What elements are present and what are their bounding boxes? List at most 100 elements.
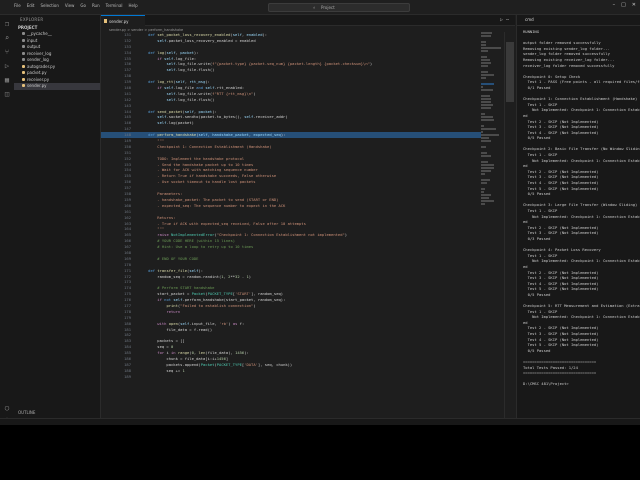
menu-item-help[interactable]: Help bbox=[129, 3, 138, 8]
close-icon[interactable]: ✕ bbox=[632, 2, 636, 8]
line-text: self.log_file.write(f"{packet.type} {pac… bbox=[166, 61, 373, 67]
minimap-line bbox=[481, 74, 494, 76]
vscode-window: File Edit Selection View Go Run Terminal Help ⌕… bbox=[0, 0, 640, 425]
folder-icon bbox=[22, 32, 25, 35]
folder-icon bbox=[22, 38, 25, 42]
terminal-line: Not Implemented: Checkpoint 1: Connectio… bbox=[523, 157, 640, 163]
python-file-icon bbox=[22, 84, 25, 87]
line-text: - True if ACK with expected_seq received… bbox=[157, 220, 306, 226]
menu-item-go[interactable]: Go bbox=[80, 3, 86, 8]
line-text: """ bbox=[157, 138, 165, 144]
line-text: def set_packet_loss_recovery_enabled(sel… bbox=[148, 32, 268, 37]
minimap[interactable] bbox=[481, 32, 501, 205]
code-editor[interactable]: 131 def set_packet_loss_recovery_enabled… bbox=[101, 32, 481, 425]
minimap-line bbox=[481, 203, 485, 205]
activity-bar: ❐ ⌕ ⑂ ▷ ▦ ◫ ◯ ⚙ bbox=[0, 15, 15, 425]
line-text: print("Failed to establish connection") bbox=[166, 302, 256, 308]
menu-item-run[interactable]: Run bbox=[92, 3, 100, 8]
file-name: receiver_log bbox=[27, 50, 52, 56]
menu-item-file[interactable]: File bbox=[14, 3, 21, 8]
minimap-line bbox=[481, 104, 493, 106]
line-text: Parameters: bbox=[157, 191, 183, 197]
line-text: self.log(packet) bbox=[157, 120, 194, 126]
remote-icon[interactable]: ◫ bbox=[2, 89, 12, 99]
status-bar bbox=[0, 418, 640, 425]
code-line[interactable]: 189 bbox=[101, 374, 481, 380]
tab-sender-py[interactable]: sender.py bbox=[101, 15, 145, 26]
extensions-icon[interactable]: ▦ bbox=[2, 75, 12, 85]
minimap-line bbox=[481, 56, 488, 58]
minimap-line bbox=[481, 167, 494, 169]
line-text: # Perform START handshake bbox=[157, 285, 215, 291]
line-text: self.log_file.flush() bbox=[166, 67, 215, 73]
minimap-line bbox=[481, 113, 485, 115]
line-text: # END OF YOUR CODE bbox=[157, 255, 199, 261]
folder-icon bbox=[22, 45, 25, 48]
terminal-tab-cmd[interactable]: cmd bbox=[525, 17, 534, 22]
search-icon[interactable]: ⌕ bbox=[2, 33, 12, 43]
sidebar-section-outline[interactable]: OUTLINE bbox=[14, 409, 100, 417]
minimap-line bbox=[481, 179, 491, 181]
minimap-line bbox=[481, 131, 484, 133]
file-tree-item[interactable]: sender.py bbox=[14, 83, 100, 90]
line-text: random_seq = random.randint(1, 2**32 - 1… bbox=[139, 273, 252, 279]
minimap-line bbox=[481, 47, 501, 49]
folder-icon bbox=[22, 51, 25, 55]
minimap-line bbox=[481, 173, 485, 175]
maximize-icon[interactable]: □ bbox=[621, 2, 626, 8]
menu-item-edit[interactable]: Edit bbox=[27, 3, 35, 8]
editor-actions[interactable]: ▷ ⋯ bbox=[500, 17, 509, 23]
search-text: Project bbox=[321, 5, 335, 10]
minimize-icon[interactable]: – bbox=[613, 2, 616, 8]
line-text: def log_rtt(self, rtt_msg): bbox=[148, 79, 210, 85]
editor-scrollbar[interactable] bbox=[504, 32, 515, 425]
terminal-line: Not Implemented: Checkpoint 1: Connectio… bbox=[523, 314, 640, 320]
minimap-line bbox=[481, 71, 488, 73]
minimap-line bbox=[481, 95, 491, 97]
file-name: input bbox=[27, 37, 38, 43]
editor-tabs: sender.py ▷ ⋯ bbox=[101, 15, 515, 26]
line-text: seq += 1 bbox=[139, 367, 185, 373]
line-text: packets.append(Packet(PACKET_TYPE['DATA'… bbox=[139, 361, 293, 367]
line-text: self.socket.sendto(packet.to_bytes(), se… bbox=[157, 114, 288, 120]
minimap-line bbox=[481, 101, 492, 103]
terminal-line: D:\CMSC 481\Project> bbox=[523, 381, 569, 387]
terminal-line: Checkpoint 1: Connection Establishment (… bbox=[523, 96, 638, 102]
terminal-output[interactable]: RUNNING output folder removed successfull… bbox=[523, 29, 640, 421]
line-text: if not self.perform_handshake(start_pack… bbox=[157, 297, 286, 303]
line-text: # Hint: Use a loop to retry up to 10 tim… bbox=[157, 244, 254, 250]
project-folder-header[interactable]: PROJECT bbox=[14, 24, 100, 31]
minimap-line bbox=[481, 32, 493, 34]
line-text: TODO: Implement the handshake protocol bbox=[157, 155, 245, 161]
line-text: - Return True if handshake succeeds, Fal… bbox=[157, 173, 277, 179]
minimap-line bbox=[481, 134, 500, 136]
line-text: for i in range(0, len(file_data), 1456): bbox=[157, 350, 249, 356]
command-center-search[interactable]: ⌕ Project bbox=[268, 3, 410, 12]
menu-item-terminal[interactable]: Terminal bbox=[106, 3, 123, 8]
minimap-line bbox=[481, 65, 488, 67]
line-text: return bbox=[166, 308, 181, 314]
python-file-icon bbox=[104, 19, 107, 23]
minimap-line bbox=[481, 86, 484, 88]
menu-item-selection[interactable]: Selection bbox=[40, 3, 58, 8]
file-name: autograder.py bbox=[27, 63, 56, 69]
run-debug-icon[interactable]: ▷ bbox=[2, 61, 12, 71]
minimap-line bbox=[481, 35, 492, 37]
menu-bar: File Edit Selection View Go Run Terminal Help bbox=[14, 3, 138, 8]
account-icon[interactable]: ◯ bbox=[2, 403, 12, 413]
minimap-line bbox=[481, 41, 487, 43]
minimap-line bbox=[481, 182, 488, 184]
minimap-line bbox=[481, 164, 494, 166]
file-name: sender.py bbox=[27, 83, 47, 88]
terminal-tabs: cmd bbox=[517, 15, 640, 26]
source-control-icon[interactable]: ⑂ bbox=[2, 47, 12, 57]
menu-item-view[interactable]: View bbox=[65, 3, 75, 8]
minimap-line bbox=[481, 197, 489, 199]
title-bar: File Edit Selection View Go Run Terminal Help ⌕… bbox=[0, 0, 640, 15]
python-file-icon bbox=[22, 71, 25, 74]
terminal-panel: cmd RUNNING output folder removed success… bbox=[516, 15, 640, 425]
minimap-line bbox=[481, 125, 485, 127]
scrollbar-thumb[interactable] bbox=[506, 42, 514, 102]
minimap-line bbox=[481, 62, 492, 64]
explorer-icon[interactable]: ❐ bbox=[2, 19, 12, 29]
